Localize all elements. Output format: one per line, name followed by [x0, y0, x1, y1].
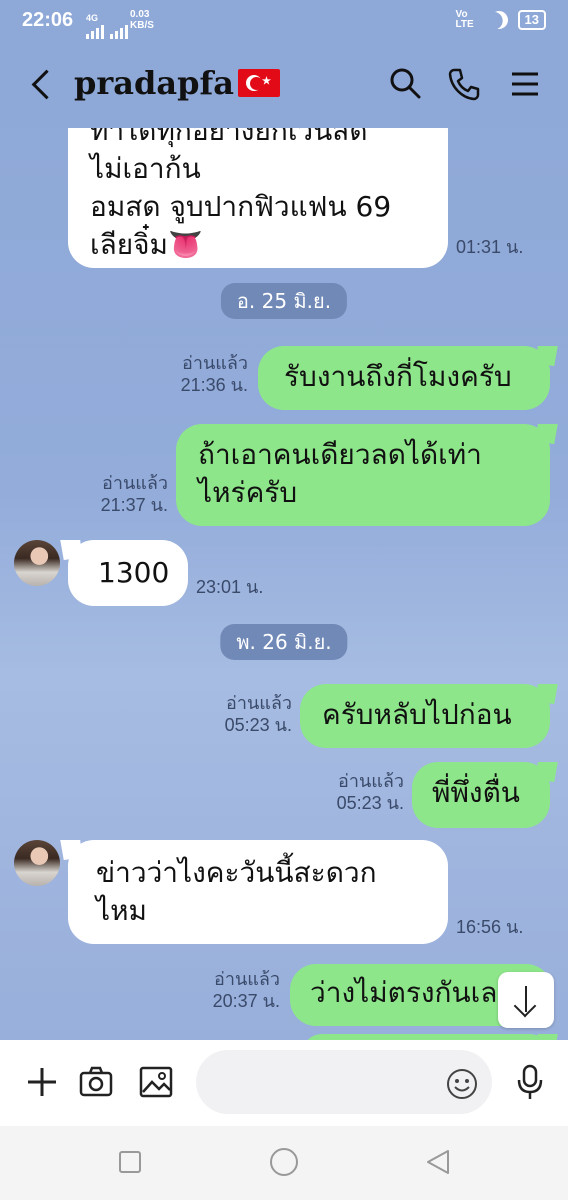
- message-time: 21:37 น.: [100, 495, 168, 515]
- status-right: Vo LTE 13: [456, 10, 546, 30]
- message-text: พี่พึ่งตื่น: [432, 776, 520, 809]
- chat-title[interactable]: pradapfa ★: [74, 64, 280, 102]
- volte-icon: Vo LTE: [455, 9, 474, 30]
- message-line: อมสด จูบปากฟิวแฟน 69: [90, 190, 392, 223]
- message-text: ครับหลับไปก่อน: [322, 698, 512, 731]
- recent-apps-icon[interactable]: [119, 1151, 141, 1173]
- message-line: เลียจิ๋ม👅: [90, 228, 203, 261]
- battery-icon: 13: [517, 10, 546, 30]
- outgoing-message[interactable]: พี่พึ่งตื่น: [412, 762, 550, 828]
- message-time: 21:36 น.: [180, 375, 248, 395]
- read-receipt: อ่านแล้ว: [338, 771, 404, 791]
- outgoing-message[interactable]: รับงานถึงกี่โมงครับ: [258, 346, 550, 410]
- message-meta: อ่านแล้ว 05:23 น.: [225, 692, 292, 736]
- contact-avatar[interactable]: [14, 540, 60, 586]
- incoming-message[interactable]: ข่าวว่าไงคะวันนี้สะดวก ไหม: [68, 840, 448, 944]
- message-time: 16:56 น.: [456, 917, 524, 937]
- outgoing-message[interactable]: ถ้าเอาคนเดียวลดได้เท่า ไหร่ครับ: [176, 424, 550, 526]
- incoming-message[interactable]: 1300: [68, 540, 188, 606]
- network-speed: 0.03 KB/S: [130, 9, 154, 31]
- message-line: ไหม: [96, 894, 147, 927]
- message-meta: อ่านแล้ว 20:37 น.: [213, 968, 280, 1012]
- home-icon[interactable]: [270, 1148, 298, 1176]
- message-line: ข่าวว่าไงคะวันนี้สะดวก: [96, 856, 377, 889]
- microphone-icon[interactable]: [510, 1062, 550, 1102]
- emoji-icon[interactable]: [446, 1068, 478, 1100]
- date-separator: พ. 26 มิ.ย.: [220, 624, 348, 660]
- message-input-bar: [0, 1040, 568, 1126]
- plus-icon[interactable]: [22, 1062, 62, 1102]
- message-line: ถ้าเอาคนเดียวลดได้เท่า: [198, 438, 482, 471]
- status-bar: 22:06 4G 0.03 KB/S Vo LTE 13: [0, 0, 568, 42]
- message-time: 05:23 น.: [336, 793, 404, 813]
- message-line: ไหร่ครับ: [198, 476, 298, 509]
- date-separator: อ. 25 มิ.ย.: [220, 283, 348, 319]
- contact-avatar[interactable]: [14, 840, 60, 886]
- image-icon[interactable]: [136, 1062, 176, 1102]
- incoming-message[interactable]: ทำได้ทุกอย่างยกเว้นสด ไม่เอาก้น อมสด จูบ…: [68, 128, 448, 268]
- read-receipt: อ่านแล้ว: [214, 969, 280, 989]
- message-time: 20:37 น.: [212, 991, 280, 1011]
- nav-back-icon[interactable]: [424, 1148, 452, 1176]
- message-time: 05:23 น.: [224, 715, 292, 735]
- message-time: 23:01 น.: [196, 577, 264, 597]
- clock: 22:06: [22, 9, 74, 31]
- network-type: 4G: [86, 13, 99, 23]
- message-text: 1300: [98, 556, 170, 589]
- back-arrow-icon[interactable]: [28, 68, 56, 102]
- message-line: ทำได้ทุกอย่างยกเว้นสด: [90, 128, 368, 147]
- speed-value: 0.03: [130, 9, 150, 20]
- scroll-to-bottom-button[interactable]: [498, 972, 554, 1028]
- turkey-flag-icon: ★: [237, 69, 280, 97]
- message-line: ไม่เอาก้น: [90, 152, 201, 185]
- system-nav-bar: [0, 1126, 568, 1200]
- read-receipt: อ่านแล้ว: [102, 473, 168, 493]
- chat-area[interactable]: ทำได้ทุกอย่างยกเว้นสด ไม่เอาก้น อมสด จูบ…: [0, 128, 568, 1040]
- speed-unit: KB/S: [130, 20, 154, 31]
- search-icon[interactable]: [386, 64, 426, 104]
- message-time: 01:31 น.: [456, 237, 524, 257]
- outgoing-message[interactable]: ครับหลับไปก่อน: [300, 684, 550, 748]
- read-receipt: อ่านแล้ว: [226, 693, 292, 713]
- message-meta: อ่านแล้ว 21:36 น.: [181, 352, 248, 396]
- message-text: รับงานถึงกี่โมงครับ: [284, 360, 512, 393]
- message-meta: อ่านแล้ว 21:37 น.: [101, 472, 168, 516]
- message-meta: อ่านแล้ว 05:23 น.: [337, 770, 404, 814]
- hamburger-menu-icon[interactable]: [504, 64, 544, 104]
- chat-header: pradapfa ★: [0, 42, 568, 128]
- camera-icon[interactable]: [76, 1062, 116, 1102]
- dnd-moon-icon: [486, 8, 511, 33]
- signal-icon: 4G: [86, 14, 128, 39]
- contact-name: pradapfa: [74, 64, 234, 102]
- phone-icon[interactable]: [444, 64, 484, 104]
- read-receipt: อ่านแล้ว: [182, 353, 248, 373]
